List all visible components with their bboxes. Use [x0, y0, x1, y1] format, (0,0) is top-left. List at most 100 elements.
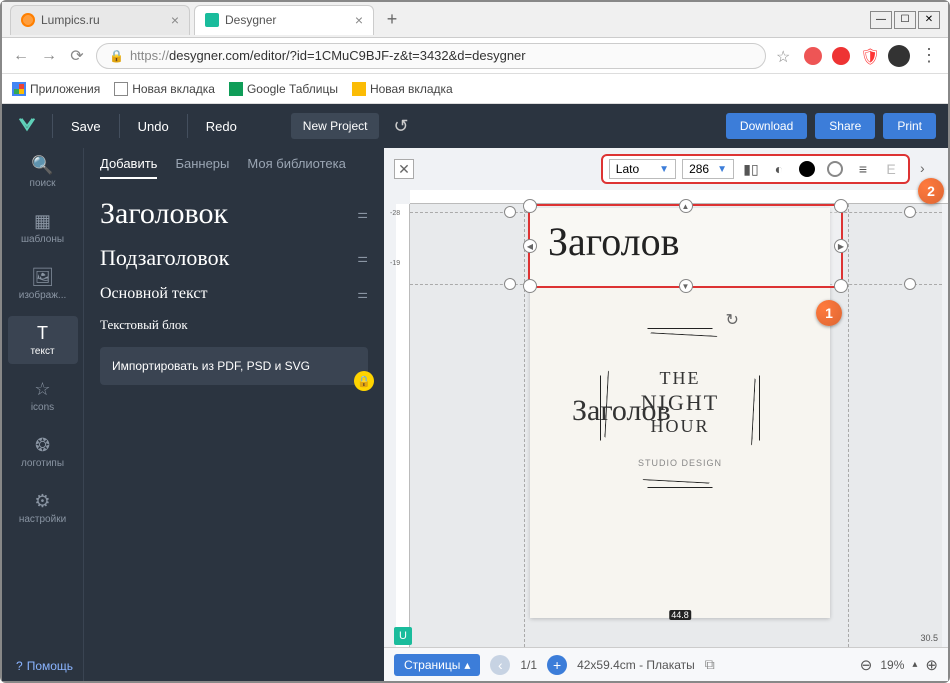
pages-label: Страницы: [404, 658, 460, 672]
close-panel-button[interactable]: ✕: [394, 159, 414, 179]
redo-button[interactable]: Redo: [200, 115, 243, 138]
download-button[interactable]: Download: [726, 113, 807, 139]
close-button[interactable]: ✕: [918, 11, 940, 29]
resize-handle[interactable]: ▶: [834, 239, 848, 253]
maximize-button[interactable]: ☐: [894, 11, 916, 29]
sliders-icon[interactable]: ⚌: [357, 251, 368, 265]
text-context-toolbar: Lato ▼ 286 ▼ ▮▯ ◐ ≡ E: [601, 154, 910, 184]
u-badge-icon[interactable]: U: [394, 627, 412, 645]
ruler-vertical[interactable]: -28 -19: [396, 204, 410, 647]
desygner-logo-icon[interactable]: [14, 113, 40, 139]
sidebar-item-label: изображ...: [19, 290, 67, 301]
canvas-stage[interactable]: THE NIGHT HOUR STUDIO DESIGN Заголов 44.…: [410, 204, 942, 647]
shield-icon[interactable]: 🛡: [860, 47, 878, 65]
fill-color-button[interactable]: [796, 158, 818, 180]
share-button[interactable]: Share: [815, 113, 875, 139]
resize-handle[interactable]: ◀: [523, 239, 537, 253]
spacing-button[interactable]: ≡: [852, 158, 874, 180]
resize-handle[interactable]: ▲: [679, 199, 693, 213]
new-project-button[interactable]: New Project: [291, 113, 380, 139]
import-button[interactable]: Импортировать из PDF, PSD и SVG 🔒: [100, 347, 368, 385]
bookmark-item[interactable]: Новая вкладка: [114, 82, 215, 96]
sidebar-item-search[interactable]: 🔍поиск: [8, 148, 78, 196]
text-element[interactable]: Заголов: [572, 394, 671, 428]
next-tools-button[interactable]: ›: [920, 160, 938, 178]
fill-black-icon: [799, 161, 815, 177]
resize-handle[interactable]: [523, 199, 537, 213]
profile-avatar[interactable]: [888, 45, 910, 67]
sidebar-item-icons[interactable]: ☆icons: [8, 372, 78, 420]
minimize-button[interactable]: —: [870, 11, 892, 29]
print-button[interactable]: Print: [883, 113, 936, 139]
sidebar-item-text[interactable]: Tтекст: [8, 316, 78, 364]
resize-handle[interactable]: [523, 279, 537, 293]
reload-button[interactable]: ⟳: [68, 47, 86, 65]
close-icon[interactable]: ×: [171, 12, 179, 28]
new-tab-button[interactable]: +: [378, 6, 406, 34]
sheets-icon: [229, 82, 243, 96]
bookmark-item[interactable]: Google Таблицы: [229, 82, 338, 96]
sliders-icon[interactable]: ⚌: [357, 207, 368, 221]
selected-text-box[interactable]: Заголов ▲ ◀ ▶ ▼ ↻: [528, 204, 843, 288]
search-icon: 🔍: [31, 155, 53, 176]
help-label: Помощь: [27, 659, 73, 673]
add-page-button[interactable]: +: [547, 655, 567, 675]
panel-tab-library[interactable]: Моя библиотека: [247, 156, 345, 179]
selected-text[interactable]: Заголов: [530, 206, 841, 277]
opacity-button[interactable]: ◐: [768, 158, 790, 180]
opera-icon[interactable]: [832, 47, 850, 65]
prev-page-button[interactable]: ‹: [490, 655, 510, 675]
font-size-select[interactable]: 286 ▼: [682, 159, 734, 179]
poster-studio[interactable]: STUDIO DESIGN: [530, 458, 830, 468]
undo-button[interactable]: Undo: [132, 115, 175, 138]
text-label: Текстовый блок: [100, 317, 188, 333]
font-select[interactable]: Lato ▼: [609, 159, 676, 179]
forward-button[interactable]: →: [40, 47, 58, 65]
poster-line[interactable]: THE: [530, 368, 830, 389]
resize-handle[interactable]: [834, 199, 848, 213]
more-button[interactable]: E: [880, 158, 902, 180]
menu-icon[interactable]: ⋮: [920, 45, 938, 66]
apps-button[interactable]: Приложения: [12, 82, 100, 96]
zoom-menu-button[interactable]: ▴: [912, 659, 917, 670]
sidebar-item-settings[interactable]: ⚙настройки: [8, 484, 78, 532]
sidebar-item-templates[interactable]: ▦шаблоны: [8, 204, 78, 252]
panel-tab-banners[interactable]: Баннеры: [175, 156, 229, 179]
add-block-button[interactable]: Текстовый блок: [100, 317, 368, 333]
panel-tab-add[interactable]: Добавить: [100, 156, 157, 179]
sliders-icon[interactable]: ⚌: [357, 287, 368, 301]
pages-button[interactable]: Страницы ▴: [394, 654, 480, 676]
browser-tab-strip: Lumpics.ru × Desygner × + — ☐ ✕: [2, 2, 948, 38]
star-icon[interactable]: ☆: [776, 47, 794, 65]
browser-tab[interactable]: Lumpics.ru ×: [10, 5, 190, 35]
resize-handle[interactable]: [834, 279, 848, 293]
resize-handle[interactable]: ▼: [679, 279, 693, 293]
sidebar-item-logos[interactable]: ❂логотипы: [8, 428, 78, 476]
help-link[interactable]: ? Помощь: [16, 659, 73, 673]
copy-icon[interactable]: ⧉: [705, 656, 715, 673]
sidebar-item-images[interactable]: 🖼 изображ...: [8, 260, 78, 308]
add-heading-button[interactable]: Заголовок ⚌: [100, 197, 368, 231]
zoom-in-button[interactable]: ⊕: [925, 656, 938, 674]
stroke-color-button[interactable]: [824, 158, 846, 180]
extension-icon[interactable]: [804, 47, 822, 65]
back-button[interactable]: ←: [12, 47, 30, 65]
address-bar: ← → ⟳ 🔒 https:// desygner.com/editor/?id…: [2, 38, 948, 74]
bookmarks-bar: Приложения Новая вкладка Google Таблицы …: [2, 74, 948, 104]
browser-tab-active[interactable]: Desygner ×: [194, 5, 374, 35]
bookmark-item[interactable]: Новая вкладка: [352, 82, 453, 96]
image-icon: 🖼: [31, 267, 54, 288]
history-icon[interactable]: ↺: [393, 116, 408, 137]
close-icon[interactable]: ×: [355, 12, 363, 28]
save-button[interactable]: Save: [65, 115, 107, 138]
add-body-button[interactable]: Основной текст ⚌: [100, 285, 368, 303]
add-subheading-button[interactable]: Подзаголовок ⚌: [100, 245, 368, 271]
ruler-measure: 30.5: [920, 633, 938, 643]
zoom-out-button[interactable]: ⊖: [860, 656, 873, 674]
url-input[interactable]: 🔒 https:// desygner.com/editor/?id=1CMuC…: [96, 43, 766, 69]
bookmark-label: Новая вкладка: [132, 82, 215, 96]
format-bold-button[interactable]: ▮▯: [740, 158, 762, 180]
sidebar-item-label: настройки: [19, 514, 66, 525]
lock-icon: 🔒: [109, 49, 124, 63]
page-icon: [114, 82, 128, 96]
